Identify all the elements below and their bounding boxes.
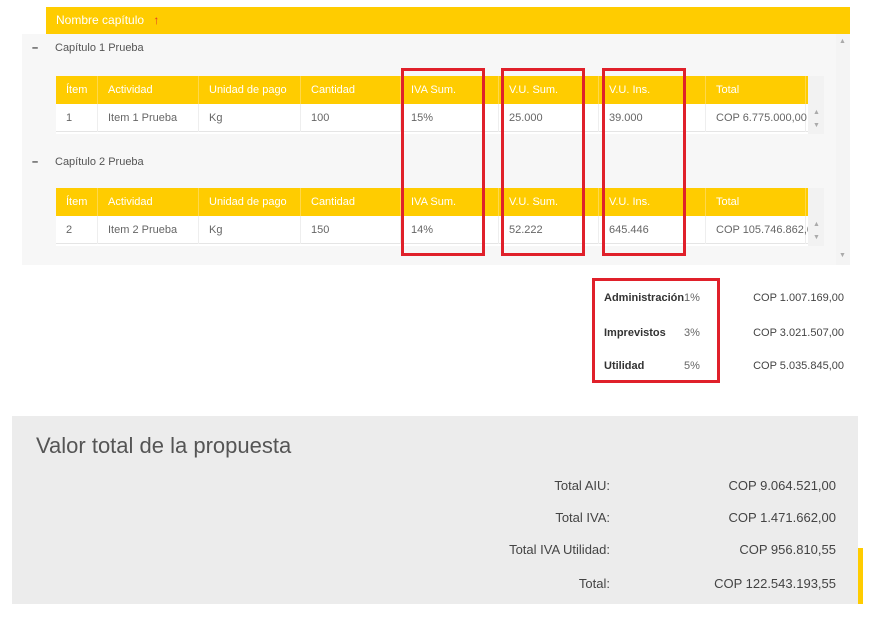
column-header-vu-sum[interactable]: V.U. Sum. bbox=[499, 188, 599, 216]
cell-vu-sum: 25.000 bbox=[499, 104, 599, 132]
column-header-activity[interactable]: Actividad bbox=[98, 188, 199, 216]
summary-label: Total: bbox=[578, 576, 610, 591]
cell-activity: Item 2 Prueba bbox=[98, 216, 199, 244]
scroll-down-icon[interactable]: ▼ bbox=[813, 234, 820, 241]
aiu-value: COP 3.021.507,00 bbox=[753, 327, 844, 339]
proposal-summary-panel: Valor total de la propuesta Total AIU: C… bbox=[12, 416, 858, 604]
aiu-row-utilidad: Utilidad 5% COP 5.035.845,00 bbox=[592, 356, 852, 376]
aiu-label: Utilidad bbox=[604, 360, 645, 372]
column-header-iva-sum[interactable]: IVA Sum. bbox=[401, 76, 499, 104]
summary-value: COP 122.543.193,55 bbox=[714, 576, 836, 591]
aiu-row-administracion: Administración 1% COP 1.007.169,00 bbox=[592, 288, 852, 308]
cell-vu-sum: 52.222 bbox=[499, 216, 599, 244]
scroll-down-icon[interactable]: ▼ bbox=[839, 252, 846, 259]
cell-item: 1 bbox=[56, 104, 98, 132]
summary-row-total-iva-utilidad: Total IVA Utilidad: COP 956.810,55 bbox=[12, 538, 858, 562]
column-header-item[interactable]: Ítem bbox=[56, 188, 98, 216]
summary-value: COP 9.064.521,00 bbox=[728, 478, 836, 493]
cell-quantity: 100 bbox=[301, 104, 401, 132]
cell-quantity: 150 bbox=[301, 216, 401, 244]
cell-iva-sum: 15% bbox=[401, 104, 499, 132]
inner-scrollbar[interactable]: ▲ ▼ bbox=[808, 188, 824, 246]
aiu-value: COP 5.035.845,00 bbox=[753, 360, 844, 372]
aiu-label: Imprevistos bbox=[604, 327, 666, 339]
summary-value: COP 1.471.662,00 bbox=[728, 510, 836, 525]
summary-label: Total IVA: bbox=[555, 510, 610, 525]
group-title: Capítulo 2 Prueba bbox=[55, 156, 144, 168]
aiu-percent: 1% bbox=[684, 292, 700, 304]
summary-row-total-aiu: Total AIU: COP 9.064.521,00 bbox=[12, 474, 858, 498]
sort-arrow-icon[interactable]: ↑ bbox=[153, 13, 159, 27]
summary-value: COP 956.810,55 bbox=[739, 542, 836, 557]
cell-unit: Kg bbox=[199, 216, 301, 244]
scroll-up-icon[interactable]: ▲ bbox=[813, 221, 820, 228]
aiu-percent: 3% bbox=[684, 327, 700, 339]
column-header-total[interactable]: Total bbox=[706, 188, 806, 216]
group-title: Capítulo 1 Prueba bbox=[55, 42, 144, 54]
cell-activity: Item 1 Prueba bbox=[98, 104, 199, 132]
scroll-up-icon[interactable]: ▲ bbox=[839, 38, 846, 45]
collapse-icon[interactable]: – bbox=[32, 148, 38, 176]
chapters-grid: Nombre capítulo ↑ – Capítulo 1 Prueba Ít… bbox=[22, 7, 850, 265]
grid-header-label: Nombre capítulo bbox=[56, 13, 145, 27]
summary-title: Valor total de la propuesta bbox=[36, 433, 292, 458]
table-header: Ítem Actividad Unidad de pago Cantidad I… bbox=[56, 76, 824, 104]
column-header-vu-ins[interactable]: V.U. Ins. bbox=[599, 188, 706, 216]
summary-row-total: Total: COP 122.543.193,55 bbox=[12, 572, 858, 596]
cell-total: COP 105.746.862,00 bbox=[706, 216, 819, 244]
column-header-iva-sum[interactable]: IVA Sum. bbox=[401, 188, 499, 216]
accent-bar bbox=[858, 548, 863, 604]
column-header-item[interactable]: Ítem bbox=[56, 76, 98, 104]
scroll-down-icon[interactable]: ▼ bbox=[813, 122, 820, 129]
column-header-total[interactable]: Total bbox=[706, 76, 806, 104]
column-header-activity[interactable]: Actividad bbox=[98, 76, 199, 104]
activities-table-chapter-2: Ítem Actividad Unidad de pago Cantidad I… bbox=[56, 188, 824, 246]
cell-vu-ins: 39.000 bbox=[599, 104, 706, 132]
aiu-value: COP 1.007.169,00 bbox=[753, 292, 844, 304]
column-header-unit[interactable]: Unidad de pago bbox=[199, 188, 301, 216]
summary-label: Total IVA Utilidad: bbox=[509, 542, 610, 557]
column-header-vu-ins[interactable]: V.U. Ins. bbox=[599, 76, 706, 104]
cell-unit: Kg bbox=[199, 104, 301, 132]
grid-header-chapter-name[interactable]: Nombre capítulo ↑ bbox=[46, 7, 850, 34]
aiu-row-imprevistos: Imprevistos 3% COP 3.021.507,00 bbox=[592, 323, 852, 343]
aiu-percent: 5% bbox=[684, 360, 700, 372]
table-row[interactable]: 2 Item 2 Prueba Kg 150 14% 52.222 645.44… bbox=[56, 216, 824, 244]
column-header-quantity[interactable]: Cantidad bbox=[301, 188, 401, 216]
summary-row-total-iva: Total IVA: COP 1.471.662,00 bbox=[12, 506, 858, 530]
summary-label: Total AIU: bbox=[554, 478, 610, 493]
inner-scrollbar[interactable]: ▲ ▼ bbox=[808, 76, 824, 134]
cell-iva-sum: 14% bbox=[401, 216, 499, 244]
aiu-label: Administración bbox=[604, 292, 685, 304]
group-row-chapter-1[interactable]: – Capítulo 1 Prueba bbox=[22, 34, 836, 62]
grid-scrollbar[interactable]: ▲ ▼ bbox=[836, 34, 850, 265]
collapse-icon[interactable]: – bbox=[32, 34, 38, 62]
activities-table-chapter-1: Ítem Actividad Unidad de pago Cantidad I… bbox=[56, 76, 824, 134]
table-header: Ítem Actividad Unidad de pago Cantidad I… bbox=[56, 188, 824, 216]
cell-vu-ins: 645.446 bbox=[599, 216, 706, 244]
column-header-quantity[interactable]: Cantidad bbox=[301, 76, 401, 104]
cell-item: 2 bbox=[56, 216, 98, 244]
column-header-unit[interactable]: Unidad de pago bbox=[199, 76, 301, 104]
scroll-up-icon[interactable]: ▲ bbox=[813, 109, 820, 116]
group-row-chapter-2[interactable]: – Capítulo 2 Prueba bbox=[22, 148, 836, 176]
cell-total: COP 6.775.000,00 bbox=[706, 104, 807, 132]
grid-body: – Capítulo 1 Prueba Ítem Actividad Unida… bbox=[22, 34, 850, 265]
column-header-vu-sum[interactable]: V.U. Sum. bbox=[499, 76, 599, 104]
table-row[interactable]: 1 Item 1 Prueba Kg 100 15% 25.000 39.000… bbox=[56, 104, 824, 132]
